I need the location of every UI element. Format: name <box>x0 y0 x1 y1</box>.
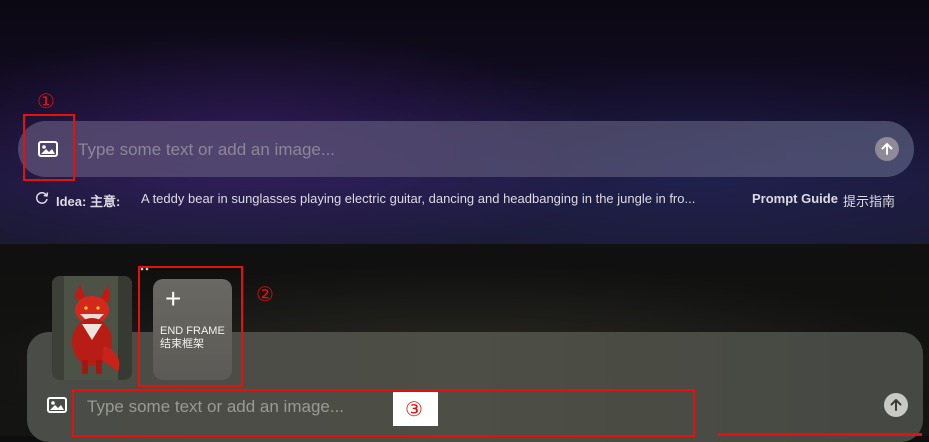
send-arrow-icon <box>881 143 893 155</box>
fox-image <box>52 276 132 380</box>
image-upload-icon[interactable] <box>47 397 67 413</box>
idea-row: Idea: 主意: A teddy bear in sunglasses pla… <box>35 188 915 210</box>
start-frame-thumbnail[interactable] <box>52 276 132 380</box>
bottom-send-button[interactable] <box>884 393 908 417</box>
idea-label: Idea: 主意: <box>56 194 121 209</box>
top-prompt-bar[interactable]: Type some text or add an image... <box>18 121 914 177</box>
annotation-marker-1: ① <box>37 89 55 113</box>
prompt-guide-cn[interactable]: 提示指南 <box>843 191 895 210</box>
top-send-button[interactable] <box>875 137 899 161</box>
annotation-box-1 <box>23 114 75 181</box>
top-prompt-input[interactable]: Type some text or add an image... <box>78 140 335 160</box>
refresh-icon[interactable] <box>35 191 49 205</box>
annotation-marker-3: ③ <box>405 397 423 421</box>
annotation-marker-2: ② <box>256 282 274 306</box>
annotation-box-2 <box>138 266 243 387</box>
idea-suggestion[interactable]: A teddy bear in sunglasses playing elect… <box>141 191 695 206</box>
annotation-label-3: ③ <box>393 392 438 426</box>
send-arrow-icon <box>890 399 902 411</box>
annotation-box-3 <box>72 389 695 437</box>
prompt-guide-link[interactable]: Prompt Guide <box>752 191 838 206</box>
